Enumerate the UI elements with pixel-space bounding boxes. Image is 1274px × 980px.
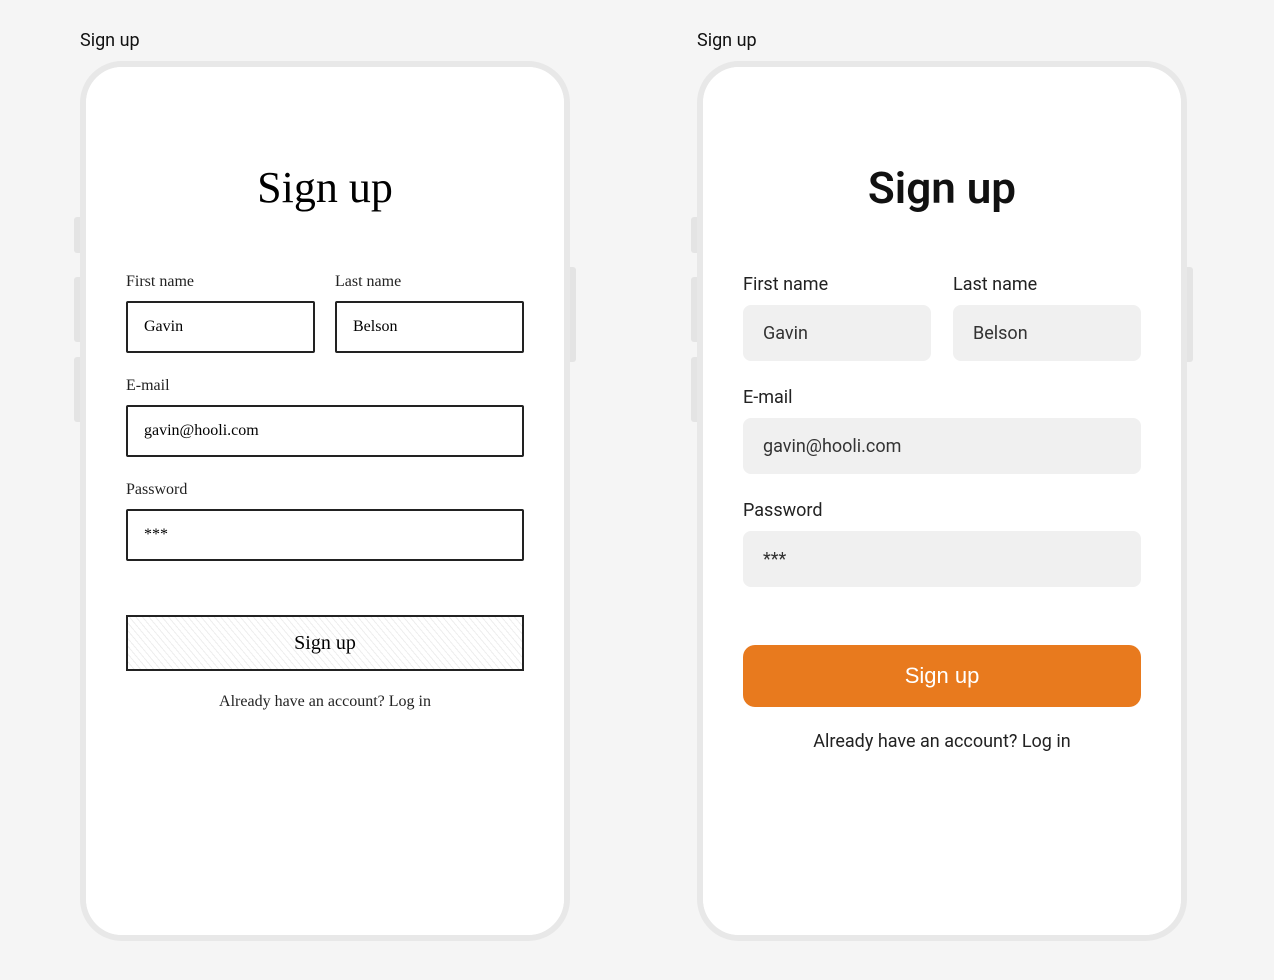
first-name-field[interactable] bbox=[743, 305, 931, 361]
phone-side-button bbox=[1187, 267, 1193, 362]
password-label: Password bbox=[743, 500, 1141, 521]
clean-caption: Sign up bbox=[697, 30, 1194, 51]
password-field[interactable] bbox=[126, 509, 524, 561]
phone-side-button bbox=[691, 277, 697, 342]
login-link[interactable]: Already have an account? Log in bbox=[126, 693, 524, 711]
sketch-caption: Sign up bbox=[80, 30, 577, 51]
screen-sketch: Sign up First name Last name E-mail bbox=[86, 67, 564, 935]
phone-side-button bbox=[74, 357, 80, 422]
email-label: E-mail bbox=[126, 377, 524, 395]
login-link[interactable]: Already have an account? Log in bbox=[743, 731, 1141, 752]
first-name-label: First name bbox=[126, 273, 315, 291]
phone-frame-sketch: Sign up First name Last name E-mail bbox=[80, 61, 570, 941]
screen-clean: Sign up First name Last name E-mail Pass… bbox=[703, 67, 1181, 935]
phone-side-button bbox=[74, 277, 80, 342]
signup-button[interactable]: Sign up bbox=[126, 615, 524, 671]
last-name-label: Last name bbox=[335, 273, 524, 291]
signup-button[interactable]: Sign up bbox=[743, 645, 1141, 707]
email-field[interactable] bbox=[126, 405, 524, 457]
phone-side-button bbox=[691, 357, 697, 422]
phone-side-button bbox=[74, 217, 80, 253]
sketch-mockup-section: Sign up Sign up First name Last name bbox=[80, 30, 577, 950]
email-field[interactable] bbox=[743, 418, 1141, 474]
first-name-label: First name bbox=[743, 274, 931, 295]
phone-side-button bbox=[570, 267, 576, 362]
password-field[interactable] bbox=[743, 531, 1141, 587]
phone-side-button bbox=[691, 217, 697, 253]
first-name-field[interactable] bbox=[126, 301, 315, 353]
phone-frame-clean: Sign up First name Last name E-mail Pass… bbox=[697, 61, 1187, 941]
page-title: Sign up bbox=[126, 162, 524, 213]
email-label: E-mail bbox=[743, 387, 1141, 408]
last-name-field[interactable] bbox=[335, 301, 524, 353]
clean-mockup-section: Sign up Sign up First name Last name E-m… bbox=[697, 30, 1194, 950]
page-title: Sign up bbox=[743, 162, 1141, 214]
last-name-field[interactable] bbox=[953, 305, 1141, 361]
password-label: Password bbox=[126, 481, 524, 499]
last-name-label: Last name bbox=[953, 274, 1141, 295]
